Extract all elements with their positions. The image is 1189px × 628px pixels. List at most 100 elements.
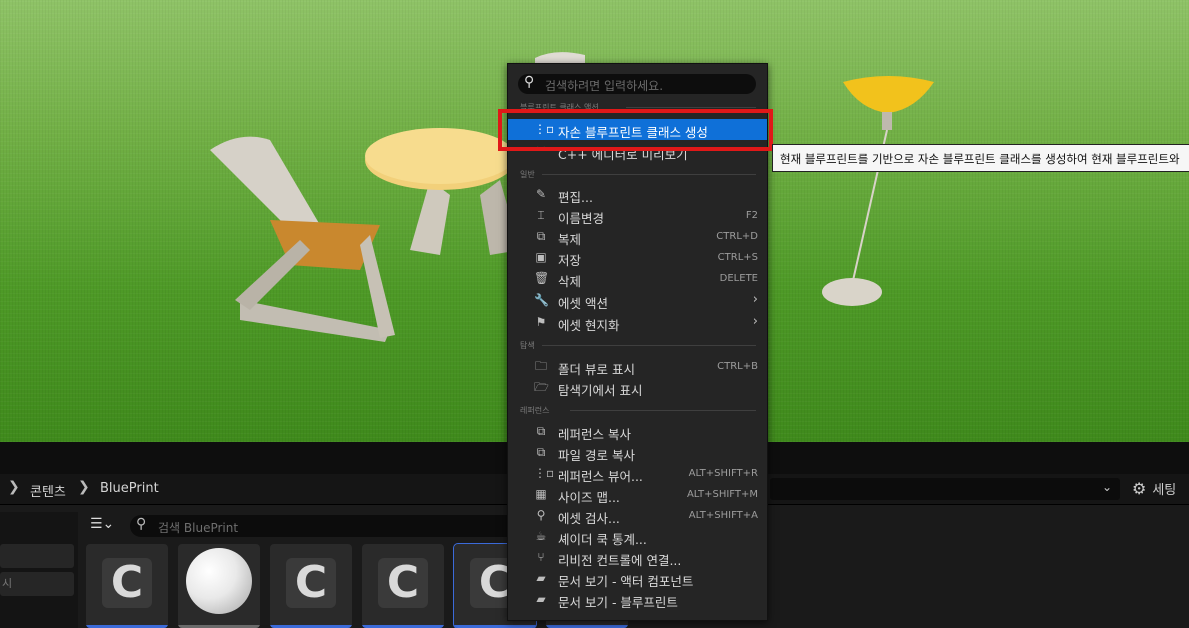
menu-item-shortcut: F2 (745, 210, 758, 221)
menu-item-shortcut: ALT+SHIFT+R (688, 468, 758, 479)
menu-item-edit[interactable]: ✎ 편집... (508, 184, 767, 205)
menu-item-shader-cook-stats[interactable]: ☕ 셰이더 쿡 통계... (508, 526, 767, 547)
section-header-references: 레퍼런스 (520, 406, 550, 415)
tooltip-text: 현재 블루프린트를 기반으로 자손 블루프린트 클래스를 생성하여 현재 블루프… (780, 152, 1180, 166)
menu-item-label: 문서 보기 - 액터 컴포넌트 (558, 574, 694, 589)
path-dropdown[interactable]: ⌄ (770, 478, 1120, 500)
menu-item-label: 레퍼런스 복사 (558, 427, 631, 442)
menu-item-shortcut: ALT+SHIFT+M (686, 489, 758, 500)
duplicate-icon: ⧉ (536, 229, 546, 243)
menu-item-label: 저장 (558, 253, 582, 268)
reference-viewer-icon: ⋮▫ (534, 466, 555, 480)
menu-item-shortcut: DELETE (719, 273, 758, 284)
asset-tile[interactable]: C (270, 544, 352, 628)
menu-item-label: 복제 (558, 232, 582, 247)
trash-icon: 🗑 (534, 271, 550, 285)
settings-button[interactable]: ⚙ 세팅 (1132, 479, 1176, 498)
gear-icon: ⚙ (1132, 479, 1147, 498)
copy-path-icon: ⧉ (536, 445, 546, 459)
shader-stats-icon: ☕ (535, 529, 547, 543)
menu-item-label: 에셋 검사... (558, 511, 620, 526)
menu-item-show-in-explorer[interactable]: 🗁 탐색기에서 표시 (508, 377, 767, 398)
menu-item-label: 편집... (558, 190, 593, 205)
menu-item-label: 에셋 현지화 (558, 318, 620, 333)
filter-icon[interactable]: ☰⌄ (90, 516, 114, 532)
sources-item-label: 시 (2, 577, 13, 590)
menu-item-asset-actions[interactable]: 🔧 에셋 액션 › (508, 290, 767, 311)
chevron-right-icon: › (752, 314, 758, 329)
content-search-input[interactable]: ⚲ 검색 BluePrint (130, 515, 530, 537)
round-table (365, 128, 520, 255)
menu-item-size-map[interactable]: ▦ 사이즈 맵... ALT+SHIFT+M (508, 484, 767, 505)
content-search-placeholder: 검색 BluePrint (158, 521, 239, 535)
copy-reference-icon: ⧉ (536, 424, 546, 438)
sources-item[interactable] (0, 544, 74, 568)
sources-panel: 시 (0, 512, 78, 628)
menu-item-label: 폴더 뷰로 표시 (558, 362, 635, 377)
source-control-icon: ⑂ (537, 550, 545, 564)
menu-item-label: 사이즈 맵... (558, 490, 620, 505)
menu-item-label: 셰이더 쿡 통계... (558, 532, 647, 547)
search-icon: ⚲ (524, 74, 535, 90)
chevron-down-icon[interactable]: ⌄ (1102, 480, 1112, 494)
size-map-icon: ▦ (535, 487, 547, 501)
sources-item[interactable]: 시 (0, 572, 74, 596)
menu-item-label: 파일 경로 복사 (558, 448, 635, 463)
folder-search-icon: 🗀 (534, 359, 547, 373)
menu-search-input[interactable]: ⚲ 검색하려면 입력하세요. (518, 74, 756, 94)
floor-lamp (822, 76, 934, 306)
blueprint-class-icon: C (378, 558, 428, 608)
section-header-explore: 탐색 (520, 341, 535, 350)
menu-item-label: 이름변경 (558, 211, 605, 226)
material-sphere-icon (186, 548, 252, 614)
menu-item-label: 리비전 컨트롤에 연결... (558, 553, 682, 568)
menu-item-docs-actor-component[interactable]: ▰ 문서 보기 - 액터 컴포넌트 (508, 568, 767, 589)
menu-item-show-in-folder-view[interactable]: 🗀 폴더 뷰로 표시 CTRL+B (508, 356, 767, 377)
pencil-icon: ✎ (535, 187, 547, 201)
asset-tile[interactable]: C (362, 544, 444, 628)
chevron-right-icon[interactable]: ❯ (78, 479, 90, 495)
menu-item-label: 에셋 액션 (558, 296, 608, 311)
menu-item-shortcut: CTRL+S (717, 252, 758, 263)
menu-item-shortcut: CTRL+B (717, 361, 758, 372)
save-icon: ▣ (535, 250, 547, 264)
menu-item-label: 삭제 (558, 274, 582, 289)
menu-item-label: 문서 보기 - 블루프린트 (558, 595, 678, 610)
docs-icon: ▰ (536, 592, 546, 606)
rename-icon: ⌶ (537, 208, 545, 222)
chevron-right-icon[interactable]: ❯ (8, 479, 20, 495)
asset-tile[interactable] (178, 544, 260, 628)
wrench-icon: 🔧 (534, 293, 549, 307)
blueprint-class-icon: C (102, 558, 152, 608)
audit-icon: ⚲ (536, 508, 546, 522)
menu-item-copy-file-path[interactable]: ⧉ 파일 경로 복사 (508, 442, 767, 463)
menu-item-audit-assets[interactable]: ⚲ 에셋 검사... ALT+SHIFT+A (508, 505, 767, 526)
menu-search-placeholder: 검색하려면 입력하세요. (545, 79, 664, 93)
divider (542, 345, 756, 346)
menu-item-shortcut: ALT+SHIFT+A (688, 510, 758, 521)
menu-item-label: 레퍼런스 뷰어... (558, 469, 643, 484)
menu-item-delete[interactable]: 🗑 삭제 DELETE (508, 268, 767, 289)
blueprint-class-icon: C (286, 558, 336, 608)
menu-item-connect-source-control[interactable]: ⑂ 리비전 컨트롤에 연결... (508, 547, 767, 568)
menu-item-copy-reference[interactable]: ⧉ 레퍼런스 복사 (508, 421, 767, 442)
section-header-general: 일반 (520, 170, 535, 179)
menu-item-reference-viewer[interactable]: ⋮▫ 레퍼런스 뷰어... ALT+SHIFT+R (508, 463, 767, 484)
menu-item-docs-blueprint[interactable]: ▰ 문서 보기 - 블루프린트 (508, 589, 767, 610)
divider (626, 107, 756, 108)
highlight-annotation-box (498, 109, 773, 151)
menu-item-shortcut: CTRL+D (716, 231, 758, 242)
breadcrumb-blueprint[interactable]: BluePrint (100, 481, 159, 496)
menu-item-tooltip: 현재 블루프린트를 기반으로 자손 블루프린트 클래스를 생성하여 현재 블루프… (772, 144, 1189, 172)
breadcrumb-content[interactable]: 콘텐츠 (30, 481, 66, 500)
menu-item-rename[interactable]: ⌶ 이름변경 F2 (508, 205, 767, 226)
asset-tile[interactable]: C (86, 544, 168, 628)
menu-item-asset-localization[interactable]: ⚑ 에셋 현지화 › (508, 312, 767, 333)
search-icon: ⚲ (136, 516, 147, 532)
divider (542, 174, 756, 175)
folder-open-icon: 🗁 (534, 380, 549, 394)
menu-item-duplicate[interactable]: ⧉ 복제 CTRL+D (508, 226, 767, 247)
settings-label: 세팅 (1152, 483, 1177, 498)
docs-icon: ▰ (536, 571, 546, 585)
menu-item-save[interactable]: ▣ 저장 CTRL+S (508, 247, 767, 268)
